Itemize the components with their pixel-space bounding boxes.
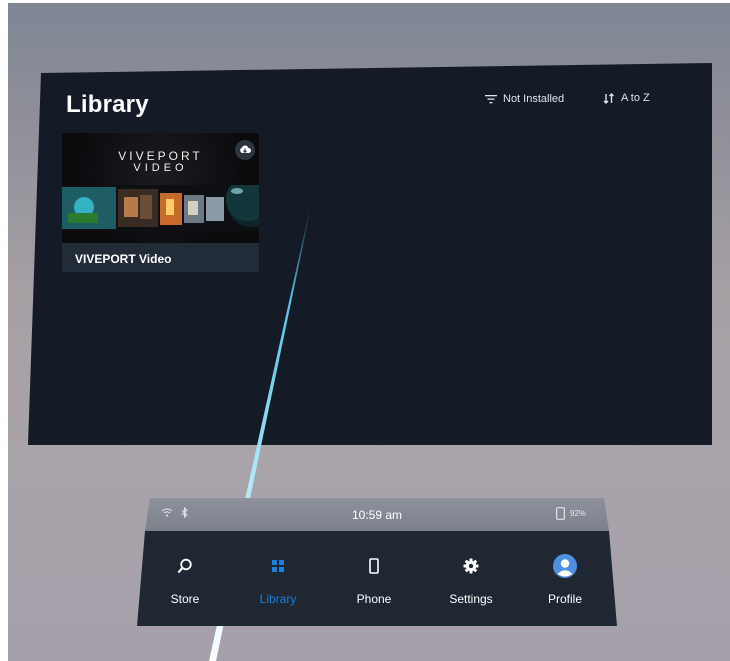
phone-icon [334,555,414,577]
filter-dropdown[interactable]: Not Installed [485,93,564,105]
thumbnail-collage [62,185,259,231]
nav-item-profile[interactable]: Profile [525,531,605,626]
avatar-icon [525,554,605,578]
nav-label-settings: Settings [449,592,493,606]
nav-item-store[interactable]: Store [145,531,225,626]
search-icon [145,555,225,577]
nav-item-settings[interactable]: Settings [431,531,511,626]
clock: 10:59 am [351,508,403,522]
nav-label-library: Library [259,592,297,606]
gear-icon [431,555,511,577]
app-thumbnail: VIVEPORT VIDEO [62,133,259,243]
app-name: VIVEPORT Video [75,252,172,266]
nav-label-phone: Phone [356,592,392,606]
page-title: Library [66,91,149,118]
nav-item-phone[interactable]: Phone [334,531,414,626]
nav-item-library[interactable]: Library [238,531,318,626]
phone-battery: 92% [556,507,586,520]
thumbnail-title-line2: VIDEO [133,162,188,174]
sort-label: A to Z [621,92,650,104]
filter-label: Not Installed [503,93,565,105]
bottom-dock: 10:59 am 92% Store Library Phone Setting… [137,498,617,626]
filter-icon [485,95,497,104]
window-frame-left [0,0,8,661]
sort-icon [603,92,614,104]
status-bar: 10:59 am 92% [145,498,609,531]
sort-dropdown[interactable]: A to Z [603,92,650,104]
navigation-bar: Store Library Phone Settings Profile [137,531,617,626]
nav-label-profile: Profile [547,592,582,606]
window-frame-top [0,0,730,3]
cloud-download-icon[interactable] [235,140,255,160]
thumbnail-title-line1: VIVEPORT [118,149,203,163]
nav-label-store: Store [170,592,200,606]
library-panel: Library Not Installed A to Z VIVEPORT VI… [28,63,712,445]
battery-percentage: 92% [570,509,587,518]
app-card-viveport-video[interactable]: VIVEPORT VIDEO VIVEPORT Video [62,133,259,272]
grid-icon [238,555,318,577]
phone-battery-icon [556,507,565,520]
